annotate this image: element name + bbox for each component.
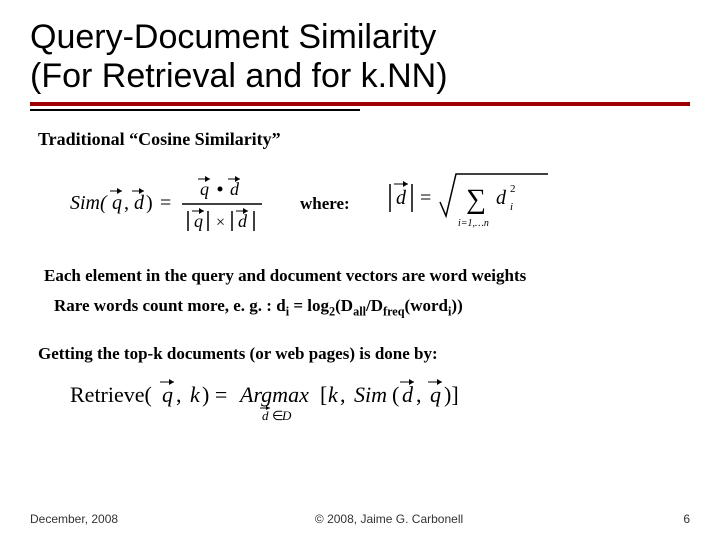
svg-text:q: q — [112, 192, 122, 214]
subheading-cosine: Traditional “Cosine Similarity” — [38, 129, 690, 150]
svg-text:∑: ∑ — [466, 184, 486, 215]
svg-text:,: , — [176, 382, 182, 407]
line-elements: Each element in the query and document v… — [44, 266, 690, 286]
rare-slash: /D — [366, 296, 383, 315]
svg-text:d: d — [402, 382, 414, 407]
svg-text:=: = — [160, 192, 171, 214]
svg-text:[: [ — [320, 382, 327, 407]
rule-red — [30, 102, 690, 106]
svg-text:): ) — [146, 192, 153, 214]
slide-title: Query-Document Similarity (For Retrieval… — [30, 18, 690, 96]
svg-text:Retrieve(: Retrieve( — [70, 382, 152, 407]
svg-text:i=1,…n: i=1,…n — [458, 218, 489, 229]
footer-date: December, 2008 — [30, 512, 118, 526]
svg-text:d: d — [134, 192, 145, 214]
line-topk: Getting the top-k documents (or web page… — [38, 344, 690, 364]
svg-text:(: ( — [392, 382, 399, 407]
svg-text:) =: ) = — [202, 382, 227, 407]
svg-text:D: D — [281, 408, 292, 423]
retrieve-formula: Retrieve( q , k ) = Argmax [ k , Sim ( d… — [70, 374, 490, 436]
svg-text:=: = — [420, 187, 431, 209]
rare-prefix: Rare words count more, e. g. : d — [54, 296, 286, 315]
rare-word: (word — [405, 296, 448, 315]
title-line-1: Query-Document Similarity — [30, 18, 436, 56]
svg-text:q: q — [162, 382, 173, 407]
rare-eq: = log — [289, 296, 329, 315]
svg-text:q: q — [200, 179, 209, 199]
rare-arg: (D — [335, 296, 353, 315]
svg-text:Sim: Sim — [354, 382, 387, 407]
svg-text:×: × — [216, 214, 225, 231]
svg-text:d: d — [496, 187, 507, 209]
svg-text:,: , — [416, 382, 422, 407]
sub-freq: freq — [383, 305, 405, 319]
footer-page-number: 6 — [660, 512, 690, 526]
slide: Query-Document Similarity (For Retrieval… — [0, 0, 720, 540]
svg-text:)]: )] — [444, 382, 459, 407]
svg-text:q: q — [430, 382, 441, 407]
svg-text:d: d — [262, 408, 269, 423]
svg-text:Sim(: Sim( — [70, 192, 108, 214]
svg-text:d: d — [396, 187, 407, 209]
svg-text:k: k — [190, 382, 201, 407]
svg-text:k: k — [328, 382, 339, 407]
formula-row: Sim( q , d ) = q d — [70, 168, 690, 240]
retrieve-formula-row: Retrieve( q , k ) = Argmax [ k , Sim ( d… — [70, 374, 690, 441]
rule-black — [30, 109, 360, 111]
sim-formula: Sim( q , d ) = q d — [70, 169, 270, 239]
norm-formula: d = ∑ i=1,…n d i 2 — [384, 168, 554, 240]
svg-text:,: , — [340, 382, 346, 407]
title-underline — [30, 102, 690, 111]
svg-text:q: q — [194, 211, 203, 231]
svg-text:,: , — [124, 192, 129, 214]
svg-text:2: 2 — [510, 183, 516, 195]
slide-body: Traditional “Cosine Similarity” Sim( q ,… — [30, 129, 690, 440]
slide-footer: December, 2008 © 2008, Jaime G. Carbonel… — [30, 512, 690, 526]
rare-close: )) — [451, 296, 462, 315]
title-line-2: (For Retrieval and for k.NN) — [30, 57, 448, 95]
line-rare-words: Rare words count more, e. g. : di = log2… — [54, 296, 690, 319]
where-label: where: — [300, 194, 360, 214]
svg-text:i: i — [510, 201, 513, 213]
footer-copyright: © 2008, Jaime G. Carbonell — [118, 512, 660, 526]
sub-all: all — [353, 305, 366, 319]
svg-text:Argmax: Argmax — [238, 382, 309, 407]
